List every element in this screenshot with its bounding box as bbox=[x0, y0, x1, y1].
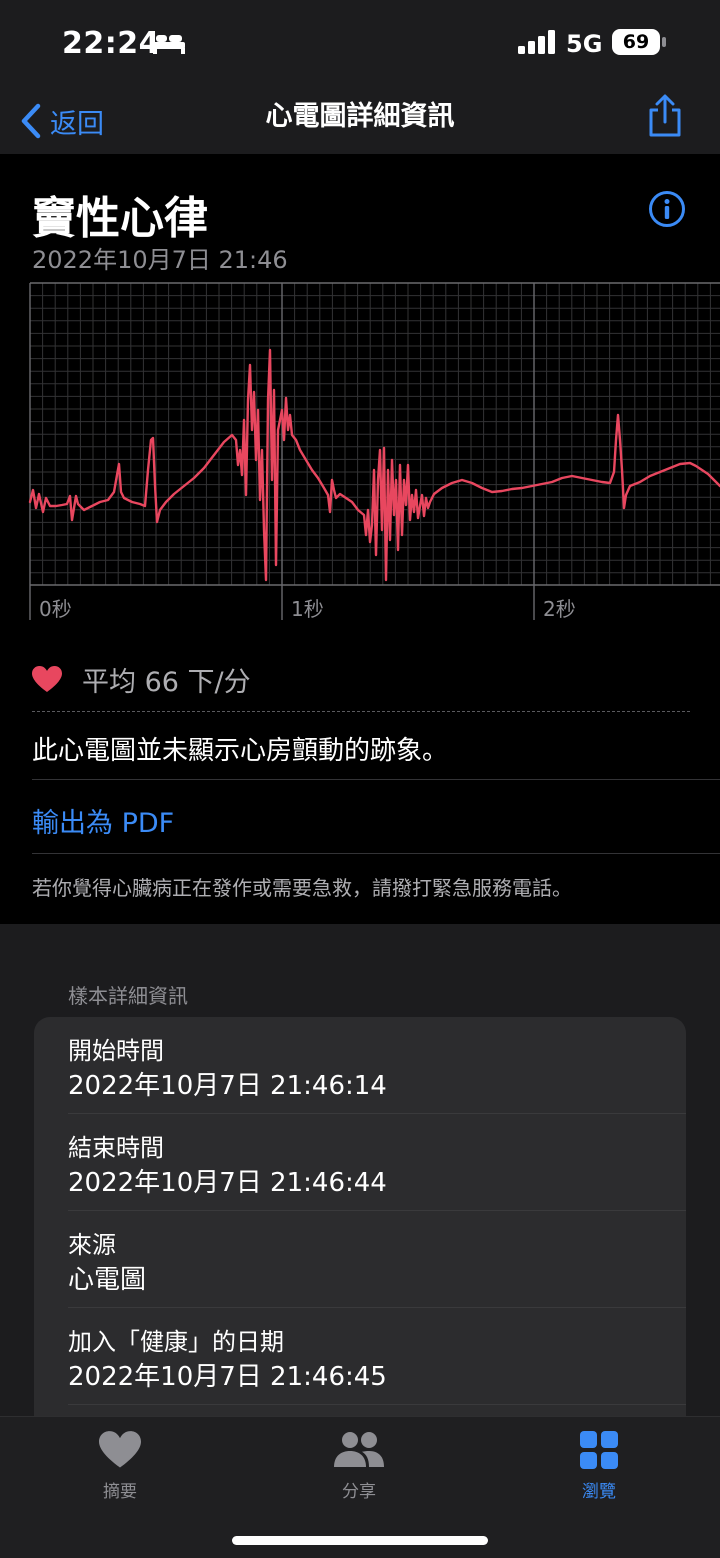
share-icon bbox=[649, 94, 681, 137]
rhythm-classification-title: 竇性心律 bbox=[32, 193, 208, 244]
detail-value: 心電圖 bbox=[68, 1265, 147, 1295]
divider bbox=[32, 779, 720, 780]
average-heart-rate: 平均 66 下/分 bbox=[82, 667, 251, 698]
status-bar: 22:24 5G 69 bbox=[0, 0, 720, 88]
heart-icon bbox=[32, 666, 62, 692]
navigation-bar: 心電圖詳細資訊 返回 bbox=[0, 88, 720, 154]
sleep-mode-icon bbox=[152, 32, 186, 58]
export-pdf-link[interactable]: 輸出為 PDF bbox=[32, 801, 174, 840]
recording-date: 2022年10月7日 21:46 bbox=[32, 246, 288, 274]
tab-label: 摘要 bbox=[103, 1482, 137, 1502]
info-icon bbox=[649, 191, 685, 227]
detail-label: 結束時間 bbox=[68, 1134, 164, 1162]
tab-sharing[interactable]: 分享 bbox=[299, 1431, 419, 1502]
tab-label: 瀏覽 bbox=[582, 1482, 616, 1502]
network-type: 5G bbox=[566, 30, 603, 58]
sample-details-header: 樣本詳細資訊 bbox=[68, 984, 188, 1008]
emergency-warning: 若你覺得心臟病正在發作或需要急救，請撥打緊急服務電話。 bbox=[32, 876, 572, 900]
grid-icon bbox=[580, 1431, 618, 1469]
tab-browse[interactable]: 瀏覽 bbox=[539, 1431, 659, 1502]
detail-row-date-added: 加入「健康」的日期 2022年10月7日 21:46:45 bbox=[68, 1308, 686, 1405]
detail-value: 2022年10月7日 21:46:45 bbox=[68, 1362, 387, 1392]
tab-summary[interactable]: 摘要 bbox=[60, 1431, 180, 1502]
people-icon bbox=[334, 1432, 384, 1467]
time-label-2s: 2秒 bbox=[543, 597, 576, 621]
row-divider bbox=[68, 1404, 686, 1405]
chevron-left-icon bbox=[21, 103, 41, 139]
ecg-waveform-chart: 0秒 1秒 2秒 bbox=[28, 282, 720, 621]
sample-details-card: 開始時間 2022年10月7日 21:46:14 結束時間 2022年10月7日… bbox=[34, 1017, 686, 1437]
share-button[interactable] bbox=[646, 94, 684, 142]
detail-label: 開始時間 bbox=[68, 1037, 164, 1065]
dashed-divider bbox=[32, 711, 690, 712]
ecg-trace bbox=[28, 348, 720, 582]
detail-value: 2022年10月7日 21:46:44 bbox=[68, 1168, 387, 1198]
ecg-grid bbox=[29, 282, 720, 620]
detail-row-source: 來源 心電圖 bbox=[68, 1211, 686, 1308]
time-label-1s: 1秒 bbox=[291, 597, 324, 621]
cellular-signal-icon bbox=[518, 30, 558, 58]
detail-row-end-time: 結束時間 2022年10月7日 21:46:44 bbox=[68, 1114, 686, 1211]
heart-icon bbox=[99, 1431, 141, 1468]
divider bbox=[32, 853, 720, 854]
tab-label: 分享 bbox=[342, 1482, 376, 1502]
detail-label: 加入「健康」的日期 bbox=[68, 1328, 284, 1356]
battery-level: 69 bbox=[622, 31, 650, 53]
ecg-detail-screen: 22:24 5G 69 心電圖詳細資訊 返回 竇性心律 2022年10月7日 2… bbox=[0, 0, 720, 1558]
time-label-0s: 0秒 bbox=[39, 597, 72, 621]
detail-row-start-time: 開始時間 2022年10月7日 21:46:14 bbox=[68, 1017, 686, 1114]
detail-value: 2022年10月7日 21:46:14 bbox=[68, 1071, 387, 1101]
status-time: 22:24 bbox=[62, 26, 160, 61]
detail-label: 來源 bbox=[68, 1231, 116, 1259]
info-button[interactable] bbox=[648, 190, 686, 232]
back-button[interactable]: 返回 bbox=[20, 96, 104, 146]
home-indicator[interactable] bbox=[232, 1536, 488, 1545]
back-label: 返回 bbox=[50, 108, 104, 140]
average-heart-rate-row: 平均 66 下/分 bbox=[32, 660, 251, 699]
classification-text: 此心電圖並未顯示心房顫動的跡象。 bbox=[32, 736, 449, 766]
page-title: 心電圖詳細資訊 bbox=[265, 101, 455, 132]
